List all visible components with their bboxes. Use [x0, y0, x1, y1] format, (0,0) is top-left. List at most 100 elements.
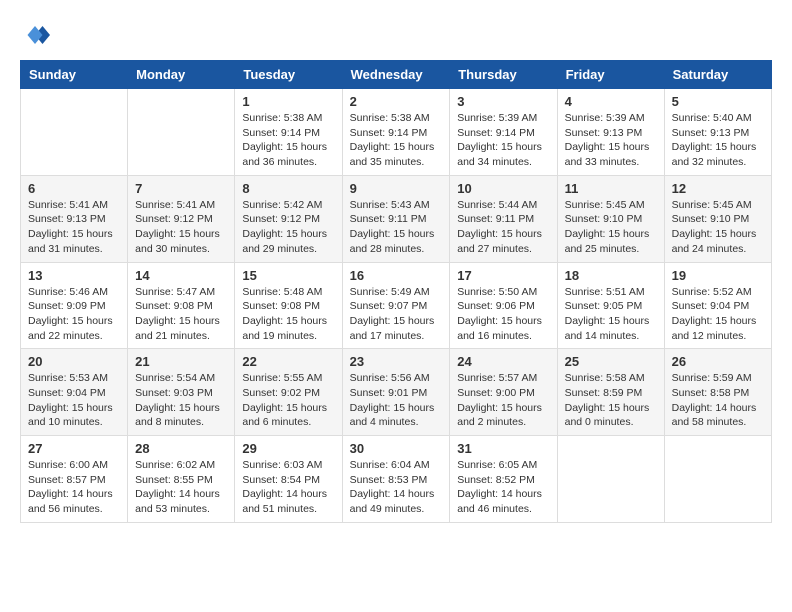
- day-info: Sunrise: 5:59 AM Sunset: 8:58 PM Dayligh…: [672, 371, 764, 430]
- column-header-friday: Friday: [557, 61, 664, 89]
- day-number: 26: [672, 354, 764, 369]
- calendar-cell: 5 Sunrise: 5:40 AM Sunset: 9:13 PM Daylig…: [664, 89, 771, 176]
- day-number: 5: [672, 94, 764, 109]
- day-info: Sunrise: 5:56 AM Sunset: 9:01 PM Dayligh…: [350, 371, 443, 430]
- day-number: 31: [457, 441, 549, 456]
- calendar-cell: 24 Sunrise: 5:57 AM Sunset: 9:00 PM Dayli…: [450, 349, 557, 436]
- calendar-week-row: 1 Sunrise: 5:38 AM Sunset: 9:14 PM Daylig…: [21, 89, 772, 176]
- day-number: 21: [135, 354, 227, 369]
- calendar-cell: [21, 89, 128, 176]
- day-info: Sunrise: 6:03 AM Sunset: 8:54 PM Dayligh…: [242, 458, 334, 517]
- calendar-cell: 14 Sunrise: 5:47 AM Sunset: 9:08 PM Dayli…: [128, 262, 235, 349]
- calendar-cell: 31 Sunrise: 6:05 AM Sunset: 8:52 PM Dayli…: [450, 436, 557, 523]
- calendar-cell: 10 Sunrise: 5:44 AM Sunset: 9:11 PM Dayli…: [450, 175, 557, 262]
- calendar-cell: 21Sunrise: 5:54 AM Sunset: 9:03 PM Dayli…: [128, 349, 235, 436]
- calendar-cell: 1 Sunrise: 5:38 AM Sunset: 9:14 PM Daylig…: [235, 89, 342, 176]
- calendar-cell: 17 Sunrise: 5:50 AM Sunset: 9:06 PM Dayli…: [450, 262, 557, 349]
- day-info: Sunrise: 5:58 AM Sunset: 8:59 PM Dayligh…: [565, 371, 657, 430]
- day-number: 24: [457, 354, 549, 369]
- calendar-week-row: 27 Sunrise: 6:00 AM Sunset: 8:57 PM Dayli…: [21, 436, 772, 523]
- day-info: Sunrise: 5:41 AM Sunset: 9:13 PM Dayligh…: [28, 198, 120, 257]
- column-header-saturday: Saturday: [664, 61, 771, 89]
- day-info: Sunrise: 5:57 AM Sunset: 9:00 PM Dayligh…: [457, 371, 549, 430]
- column-header-monday: Monday: [128, 61, 235, 89]
- day-info: Sunrise: 5:52 AM Sunset: 9:04 PM Dayligh…: [672, 285, 764, 344]
- day-number: 11: [565, 181, 657, 196]
- day-number: 25: [565, 354, 657, 369]
- day-info: Sunrise: 5:55 AM Sunset: 9:02 PM Dayligh…: [242, 371, 334, 430]
- day-info: Sunrise: 5:39 AM Sunset: 9:13 PM Dayligh…: [565, 111, 657, 170]
- day-info: Sunrise: 5:40 AM Sunset: 9:13 PM Dayligh…: [672, 111, 764, 170]
- day-number: 19: [672, 268, 764, 283]
- day-info: Sunrise: 5:43 AM Sunset: 9:11 PM Dayligh…: [350, 198, 443, 257]
- day-number: 10: [457, 181, 549, 196]
- calendar-cell: [557, 436, 664, 523]
- day-info: Sunrise: 5:49 AM Sunset: 9:07 PM Dayligh…: [350, 285, 443, 344]
- day-info: Sunrise: 6:00 AM Sunset: 8:57 PM Dayligh…: [28, 458, 120, 517]
- day-info: Sunrise: 6:02 AM Sunset: 8:55 PM Dayligh…: [135, 458, 227, 517]
- column-header-sunday: Sunday: [21, 61, 128, 89]
- calendar-week-row: 20 Sunrise: 5:53 AM Sunset: 9:04 PM Dayli…: [21, 349, 772, 436]
- calendar-cell: 13Sunrise: 5:46 AM Sunset: 9:09 PM Dayli…: [21, 262, 128, 349]
- calendar-cell: 29 Sunrise: 6:03 AM Sunset: 8:54 PM Dayli…: [235, 436, 342, 523]
- day-info: Sunrise: 5:41 AM Sunset: 9:12 PM Dayligh…: [135, 198, 227, 257]
- calendar-cell: 20 Sunrise: 5:53 AM Sunset: 9:04 PM Dayli…: [21, 349, 128, 436]
- calendar-week-row: 13Sunrise: 5:46 AM Sunset: 9:09 PM Dayli…: [21, 262, 772, 349]
- calendar-cell: [128, 89, 235, 176]
- day-number: 29: [242, 441, 334, 456]
- day-info: Sunrise: 6:05 AM Sunset: 8:52 PM Dayligh…: [457, 458, 549, 517]
- day-number: 23: [350, 354, 443, 369]
- day-number: 28: [135, 441, 227, 456]
- calendar-cell: 8 Sunrise: 5:42 AM Sunset: 9:12 PM Daylig…: [235, 175, 342, 262]
- day-info: Sunrise: 5:47 AM Sunset: 9:08 PM Dayligh…: [135, 285, 227, 344]
- calendar-week-row: 6 Sunrise: 5:41 AM Sunset: 9:13 PM Daylig…: [21, 175, 772, 262]
- calendar-cell: 6 Sunrise: 5:41 AM Sunset: 9:13 PM Daylig…: [21, 175, 128, 262]
- day-number: 13: [28, 268, 120, 283]
- calendar-cell: 28 Sunrise: 6:02 AM Sunset: 8:55 PM Dayli…: [128, 436, 235, 523]
- day-number: 22: [242, 354, 334, 369]
- calendar-cell: 22 Sunrise: 5:55 AM Sunset: 9:02 PM Dayli…: [235, 349, 342, 436]
- day-info: Sunrise: 5:38 AM Sunset: 9:14 PM Dayligh…: [242, 111, 334, 170]
- calendar-cell: 3 Sunrise: 5:39 AM Sunset: 9:14 PM Daylig…: [450, 89, 557, 176]
- day-info: Sunrise: 5:42 AM Sunset: 9:12 PM Dayligh…: [242, 198, 334, 257]
- calendar-cell: 18Sunrise: 5:51 AM Sunset: 9:05 PM Dayli…: [557, 262, 664, 349]
- calendar-cell: 12Sunrise: 5:45 AM Sunset: 9:10 PM Dayli…: [664, 175, 771, 262]
- day-info: Sunrise: 6:04 AM Sunset: 8:53 PM Dayligh…: [350, 458, 443, 517]
- calendar-cell: 25 Sunrise: 5:58 AM Sunset: 8:59 PM Dayli…: [557, 349, 664, 436]
- day-number: 8: [242, 181, 334, 196]
- day-number: 4: [565, 94, 657, 109]
- day-info: Sunrise: 5:38 AM Sunset: 9:14 PM Dayligh…: [350, 111, 443, 170]
- day-number: 15: [242, 268, 334, 283]
- day-info: Sunrise: 5:50 AM Sunset: 9:06 PM Dayligh…: [457, 285, 549, 344]
- calendar-cell: 19 Sunrise: 5:52 AM Sunset: 9:04 PM Dayli…: [664, 262, 771, 349]
- page-header: [20, 20, 772, 50]
- day-number: 14: [135, 268, 227, 283]
- day-number: 20: [28, 354, 120, 369]
- day-info: Sunrise: 5:53 AM Sunset: 9:04 PM Dayligh…: [28, 371, 120, 430]
- calendar-cell: 2Sunrise: 5:38 AM Sunset: 9:14 PM Daylig…: [342, 89, 450, 176]
- calendar-cell: 7Sunrise: 5:41 AM Sunset: 9:12 PM Daylig…: [128, 175, 235, 262]
- logo: [20, 20, 54, 50]
- day-number: 1: [242, 94, 334, 109]
- day-info: Sunrise: 5:44 AM Sunset: 9:11 PM Dayligh…: [457, 198, 549, 257]
- day-info: Sunrise: 5:51 AM Sunset: 9:05 PM Dayligh…: [565, 285, 657, 344]
- day-number: 27: [28, 441, 120, 456]
- day-info: Sunrise: 5:45 AM Sunset: 9:10 PM Dayligh…: [565, 198, 657, 257]
- calendar-cell: 9Sunrise: 5:43 AM Sunset: 9:11 PM Daylig…: [342, 175, 450, 262]
- column-header-thursday: Thursday: [450, 61, 557, 89]
- day-info: Sunrise: 5:39 AM Sunset: 9:14 PM Dayligh…: [457, 111, 549, 170]
- calendar-cell: 23 Sunrise: 5:56 AM Sunset: 9:01 PM Dayli…: [342, 349, 450, 436]
- calendar-cell: 15 Sunrise: 5:48 AM Sunset: 9:08 PM Dayli…: [235, 262, 342, 349]
- calendar-cell: 26 Sunrise: 5:59 AM Sunset: 8:58 PM Dayli…: [664, 349, 771, 436]
- day-number: 17: [457, 268, 549, 283]
- calendar-cell: 4 Sunrise: 5:39 AM Sunset: 9:13 PM Daylig…: [557, 89, 664, 176]
- day-number: 3: [457, 94, 549, 109]
- logo-icon: [20, 20, 50, 50]
- calendar-cell: 16 Sunrise: 5:49 AM Sunset: 9:07 PM Dayli…: [342, 262, 450, 349]
- day-info: Sunrise: 5:48 AM Sunset: 9:08 PM Dayligh…: [242, 285, 334, 344]
- day-number: 6: [28, 181, 120, 196]
- day-number: 16: [350, 268, 443, 283]
- calendar-cell: 11 Sunrise: 5:45 AM Sunset: 9:10 PM Dayli…: [557, 175, 664, 262]
- day-info: Sunrise: 5:45 AM Sunset: 9:10 PM Dayligh…: [672, 198, 764, 257]
- day-number: 30: [350, 441, 443, 456]
